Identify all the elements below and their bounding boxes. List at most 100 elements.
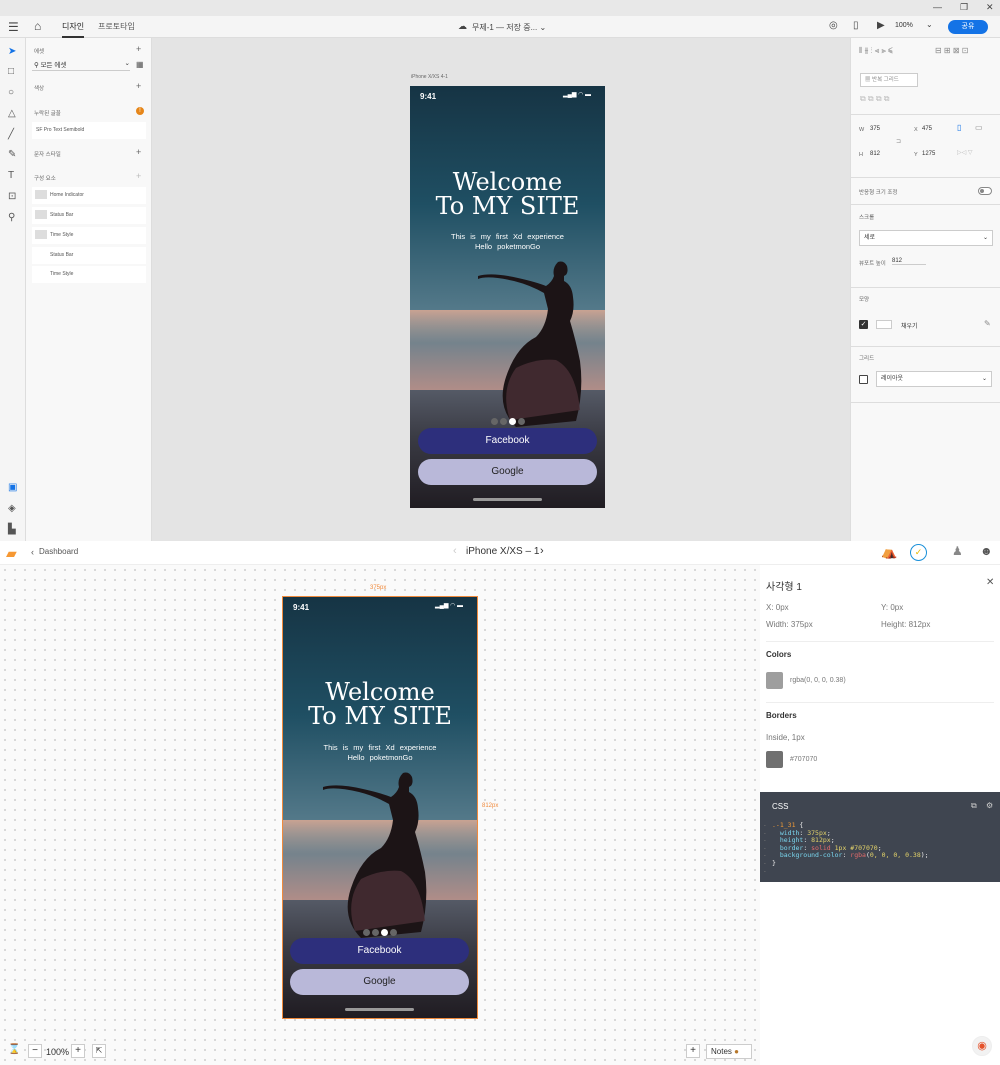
component-item[interactable]: Status Bar: [32, 207, 146, 224]
line-tool-icon[interactable]: ╱: [8, 129, 14, 140]
align-icons[interactable]: ⫴ ⫵ ⫶ ⫷ ⫸ ⫹: [859, 46, 893, 56]
grid-type-select[interactable]: 레이아웃 ⌄: [876, 371, 992, 387]
viewport-height-input[interactable]: 812: [892, 258, 926, 265]
export-icon[interactable]: ⇱: [92, 1044, 106, 1058]
approved-icon[interactable]: ✓: [910, 544, 927, 561]
grid-view-icon[interactable]: ▦: [136, 60, 144, 69]
zoom-out-button[interactable]: −: [28, 1044, 42, 1058]
add-note-button[interactable]: +: [686, 1044, 700, 1058]
minimize-button[interactable]: —: [933, 2, 942, 12]
border-color-swatch[interactable]: [766, 751, 783, 768]
zeplin-zoom-level[interactable]: 100%: [46, 1047, 69, 1057]
menu-icon[interactable]: ☰: [8, 20, 19, 34]
lock-ratio-icon[interactable]: ⊐: [896, 138, 901, 145]
zoom-in-button[interactable]: +: [71, 1044, 85, 1058]
y-input[interactable]: 1275: [922, 151, 935, 157]
page-dot[interactable]: [517, 418, 525, 425]
settings-icon[interactable]: ⚙: [986, 801, 993, 810]
component-item[interactable]: Status Bar: [32, 247, 146, 264]
page-dot-active[interactable]: [508, 418, 516, 425]
user-icon[interactable]: ◎: [829, 20, 838, 31]
responsive-toggle[interactable]: [978, 187, 992, 195]
rectangle-tool-icon[interactable]: □: [8, 66, 14, 77]
layers-icon[interactable]: ◈: [8, 503, 16, 514]
maximize-button[interactable]: ❐: [960, 2, 968, 13]
divider: [851, 402, 1000, 403]
component-name: Home Indicator: [50, 192, 84, 198]
pen-tool-icon[interactable]: ✎: [8, 149, 16, 160]
polygon-tool-icon[interactable]: △: [8, 108, 16, 119]
scroll-label: 스크롤: [859, 215, 875, 221]
page-dot[interactable]: [499, 418, 507, 425]
document-title[interactable]: 무제-1 — 저장 중... ⌄: [472, 22, 546, 33]
landscape-icon[interactable]: ▭: [975, 123, 983, 132]
assets-icon[interactable]: ▣: [8, 482, 17, 493]
boolean-icons[interactable]: ⧉ ⧉ ⧉ ⧉: [860, 94, 890, 104]
notification-bell-icon[interactable]: ♟: [952, 544, 963, 558]
user-avatar-icon[interactable]: ☻: [980, 544, 993, 558]
add-color-icon[interactable]: +: [136, 81, 141, 91]
close-icon[interactable]: ✕: [986, 577, 994, 588]
page-dot[interactable]: [490, 418, 498, 425]
component-item[interactable]: Home Indicator: [32, 187, 146, 204]
copy-icon[interactable]: ⧉: [971, 801, 977, 811]
help-lifebuoy-icon[interactable]: ◉: [972, 1036, 992, 1056]
back-chevron-icon[interactable]: ‹: [31, 547, 34, 557]
close-window-button[interactable]: ✕: [986, 2, 994, 13]
divider: [851, 287, 1000, 288]
phone-artboard[interactable]: 9:41 ▂▄▆ ◠ ▬ Welcome To MY SITE This is …: [410, 86, 605, 508]
plugins-icon[interactable]: ▙: [8, 524, 16, 535]
eyedropper-icon[interactable]: ✎: [984, 319, 991, 328]
add-char-style-icon[interactable]: +: [136, 147, 141, 157]
color-swatch[interactable]: [766, 672, 783, 689]
play-icon[interactable]: ▶: [877, 20, 885, 31]
fill-swatch[interactable]: [876, 320, 892, 329]
divider: [851, 114, 1000, 115]
artboard-label[interactable]: iPhone X/XS 4-1: [411, 74, 448, 80]
welcome-line-1: Welcome: [452, 168, 563, 196]
fill-checkbox[interactable]: ✓: [859, 320, 868, 329]
y-value: Y: 0px: [881, 603, 904, 612]
ellipse-tool-icon[interactable]: ○: [8, 87, 14, 98]
component-item[interactable]: Time Style: [32, 227, 146, 244]
zoom-level[interactable]: 100%: [895, 22, 913, 29]
google-button[interactable]: Google: [418, 459, 597, 485]
circus-avatar-icon[interactable]: ⛺: [881, 544, 897, 560]
distribute-icons[interactable]: ⊟ ⊞ ⊠ ⊡: [935, 46, 968, 55]
facebook-button[interactable]: Facebook: [418, 428, 597, 454]
asset-search-input[interactable]: ⚲ 모든 에셋 ⌄: [32, 59, 130, 71]
select-tool-icon[interactable]: ➤: [8, 46, 16, 57]
home-icon[interactable]: ⌂: [34, 19, 41, 33]
height-dimension: 812px: [482, 803, 499, 809]
hourglass-icon[interactable]: ⌛: [8, 1044, 20, 1055]
dashboard-link[interactable]: Dashboard: [39, 547, 78, 556]
prev-screen-icon[interactable]: ‹: [453, 545, 457, 557]
grid-checkbox[interactable]: [859, 375, 868, 384]
component-item[interactable]: Time Style: [32, 266, 146, 283]
chevron-down-icon[interactable]: ⌄: [926, 20, 933, 29]
tab-prototype[interactable]: 프로토타입: [98, 21, 135, 32]
flip-icons[interactable]: ▷◁ ▽: [957, 149, 973, 156]
share-button[interactable]: 공유: [948, 20, 988, 34]
width-input[interactable]: 375: [870, 126, 880, 132]
tab-design[interactable]: 디자인: [62, 21, 85, 38]
font-item[interactable]: SF Pro Text Semibold: [32, 122, 146, 139]
next-screen-icon[interactable]: ›: [540, 545, 544, 557]
css-code[interactable]: .-1_31 { width: 375px; height: 812px; bo…: [772, 821, 929, 868]
notes-button[interactable]: Notes ●: [706, 1044, 752, 1059]
text-tool-icon[interactable]: T: [8, 170, 14, 181]
add-component-icon[interactable]: +: [136, 171, 141, 181]
zoom-tool-icon[interactable]: ⚲: [8, 212, 15, 223]
color-value[interactable]: rgba(0, 0, 0, 0.38): [790, 677, 846, 684]
portrait-icon[interactable]: ▯: [957, 123, 961, 132]
add-asset-icon[interactable]: +: [136, 44, 141, 54]
zeplin-logo-icon[interactable]: ▰: [6, 545, 17, 562]
artboard-tool-icon[interactable]: ⊡: [8, 191, 16, 202]
device-preview-icon[interactable]: ▯: [853, 20, 859, 31]
repeat-grid-button[interactable]: ▦ 반복 그리드: [860, 73, 918, 87]
border-color-value[interactable]: #707070: [790, 756, 817, 763]
x-input[interactable]: 475: [922, 126, 932, 132]
height-input[interactable]: 812: [870, 151, 880, 157]
scroll-select[interactable]: 세로 ⌄: [859, 230, 993, 246]
notes-label: Notes: [711, 1047, 732, 1056]
